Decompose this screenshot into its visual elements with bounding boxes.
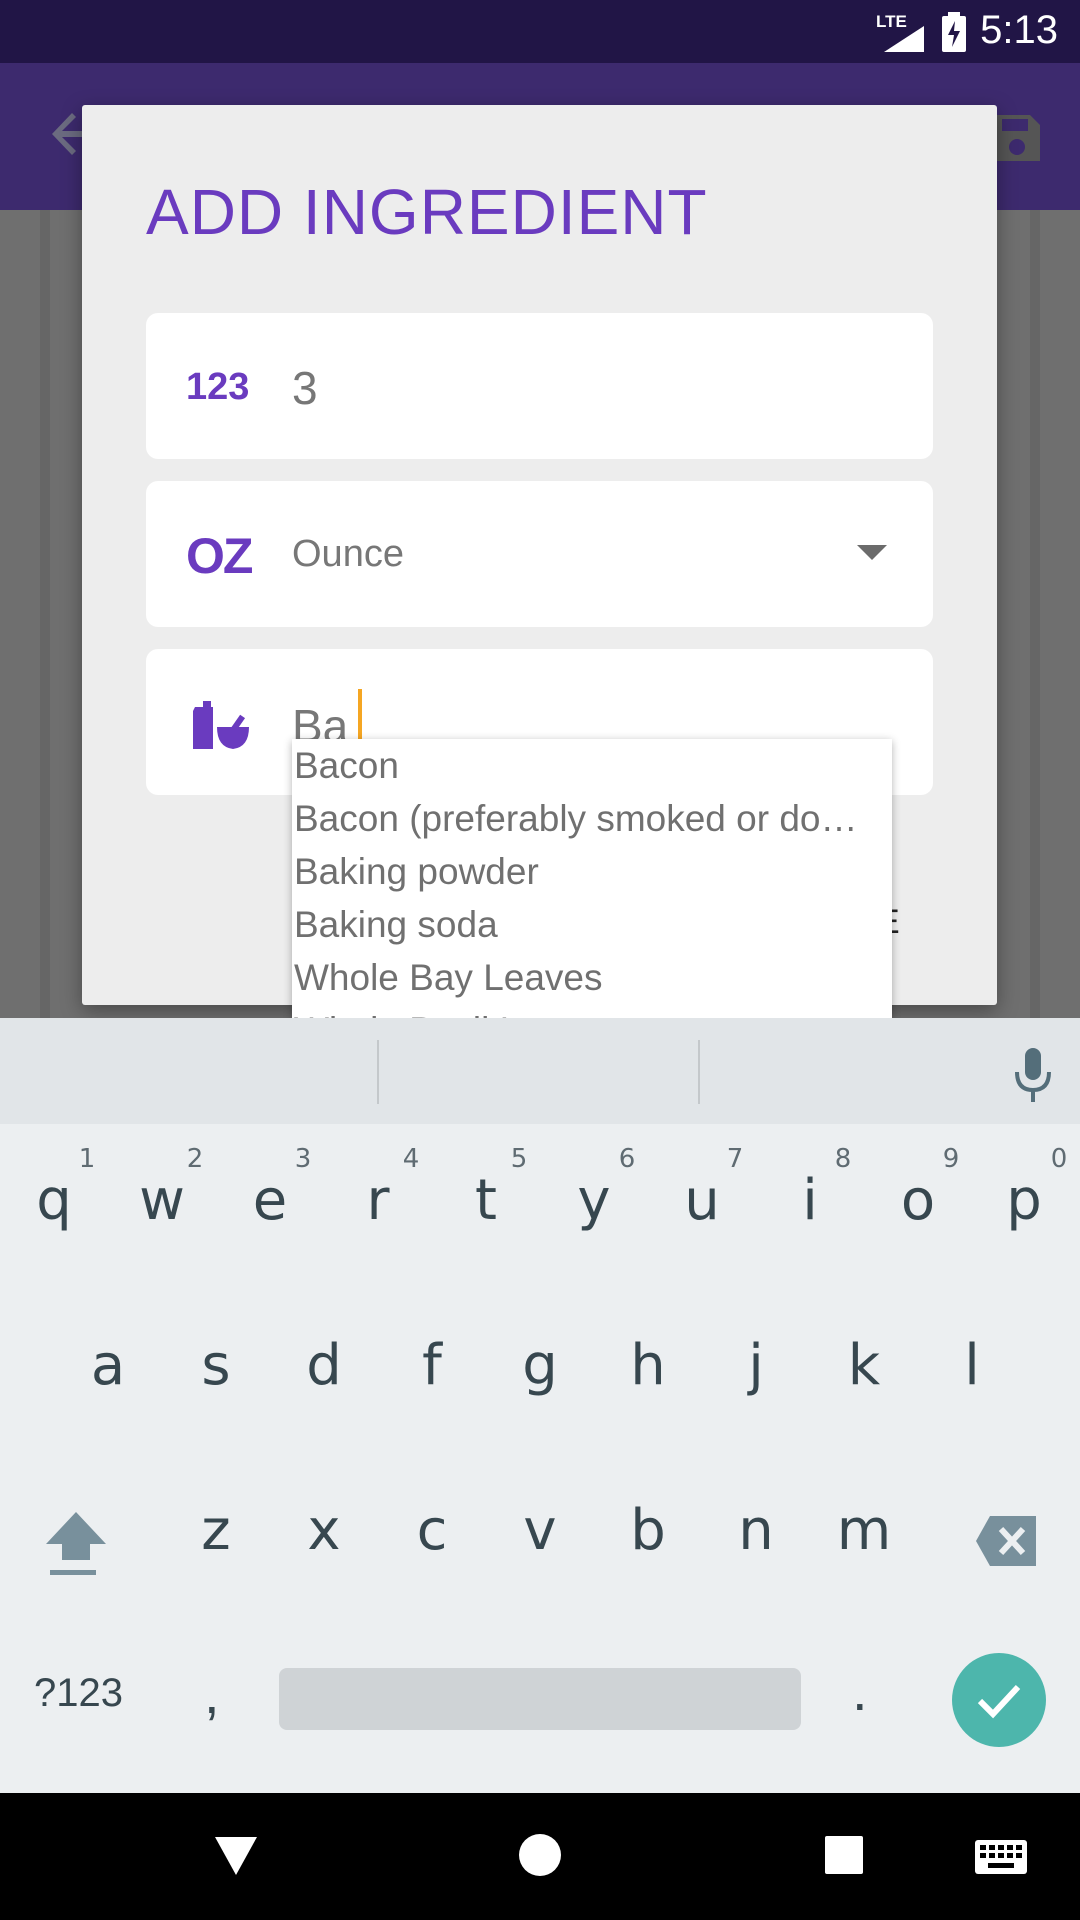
space-bar[interactable] — [279, 1668, 801, 1730]
key-c[interactable]: c — [397, 1498, 467, 1563]
checkmark-icon — [977, 1684, 1021, 1719]
key-j[interactable]: j — [721, 1333, 791, 1398]
soft-keyboard: 1 2 3 4 5 6 7 8 9 0 q w e r t y u i o p … — [0, 1018, 1080, 1793]
key-a[interactable]: a — [73, 1333, 143, 1398]
key-v[interactable]: v — [505, 1498, 575, 1563]
back-nav-icon[interactable] — [213, 1835, 259, 1877]
key-y[interactable]: y — [559, 1168, 629, 1233]
unit-selected-value: Ounce — [292, 533, 404, 575]
key-i[interactable]: i — [775, 1168, 845, 1233]
battery-charging-icon — [942, 12, 966, 52]
key-g[interactable]: g — [505, 1333, 575, 1398]
keyboard-switch-icon[interactable] — [974, 1839, 1028, 1875]
key-h[interactable]: h — [613, 1333, 683, 1398]
key-l[interactable]: l — [937, 1333, 1007, 1398]
quantity-input[interactable]: 3 — [292, 361, 318, 415]
text-cursor — [358, 689, 362, 745]
suggestion-item[interactable]: Bacon (preferably smoked or do… — [294, 792, 858, 845]
key-e[interactable]: e — [235, 1168, 305, 1233]
key-w[interactable]: w — [127, 1168, 197, 1233]
key-f[interactable]: f — [397, 1333, 467, 1398]
key-u[interactable]: u — [667, 1168, 737, 1233]
suggestion-item[interactable]: Whole Basil Leaves — [294, 1004, 619, 1019]
autocomplete-dropdown: Bacon Bacon (preferably smoked or do… Ba… — [292, 739, 892, 1019]
key-t[interactable]: t — [451, 1168, 521, 1233]
key-x[interactable]: x — [289, 1498, 359, 1563]
recents-nav-icon[interactable] — [824, 1835, 864, 1875]
background-panel-edge — [1030, 210, 1040, 1020]
done-key[interactable] — [952, 1653, 1046, 1747]
key-b[interactable]: b — [613, 1498, 683, 1563]
unit-select[interactable]: OZ Ounce — [146, 481, 933, 627]
key-o[interactable]: o — [883, 1168, 953, 1233]
backspace-icon[interactable] — [974, 1514, 1038, 1568]
symbols-key[interactable]: ?123 — [34, 1671, 123, 1716]
comma-key[interactable]: , — [204, 1661, 220, 1726]
key-d[interactable]: d — [289, 1333, 359, 1398]
suggestion-item[interactable]: Baking soda — [294, 898, 498, 951]
status-time: 5:13 — [980, 8, 1058, 52]
quantity-field[interactable]: 123 3 — [146, 313, 933, 459]
home-nav-icon[interactable] — [518, 1833, 562, 1877]
key-m[interactable]: m — [829, 1498, 899, 1563]
strip-divider — [377, 1040, 379, 1104]
key-q[interactable]: q — [19, 1168, 89, 1233]
suggestion-item[interactable]: Bacon — [294, 739, 399, 792]
quantity-number-icon: 123 — [186, 366, 250, 408]
key-n[interactable]: n — [721, 1498, 791, 1563]
period-key[interactable]: . — [852, 1658, 868, 1723]
key-r[interactable]: r — [343, 1168, 413, 1233]
strip-divider — [698, 1040, 700, 1104]
save-icon[interactable] — [990, 111, 1044, 165]
background-panel-edge — [40, 210, 50, 1020]
status-bar: LTE 5:13 — [0, 0, 1080, 63]
microphone-icon[interactable] — [1008, 1046, 1058, 1106]
shift-key-icon[interactable] — [44, 1508, 108, 1578]
key-z[interactable]: z — [181, 1498, 251, 1563]
key-s[interactable]: s — [181, 1333, 251, 1398]
suggestion-strip — [0, 1018, 1080, 1124]
lte-signal-icon — [884, 26, 924, 52]
key-p[interactable]: p — [989, 1168, 1059, 1233]
unit-oz-icon: OZ — [186, 528, 253, 584]
dialog-title: ADD INGREDIENT — [146, 176, 708, 248]
suggestion-item[interactable]: Whole Bay Leaves — [294, 951, 603, 1004]
suggestion-item[interactable]: Baking powder — [294, 845, 539, 898]
key-k[interactable]: k — [829, 1333, 899, 1398]
dropdown-arrow-icon[interactable] — [857, 545, 887, 560]
mortar-bottle-icon — [193, 701, 249, 749]
navigation-bar — [0, 1793, 1080, 1920]
